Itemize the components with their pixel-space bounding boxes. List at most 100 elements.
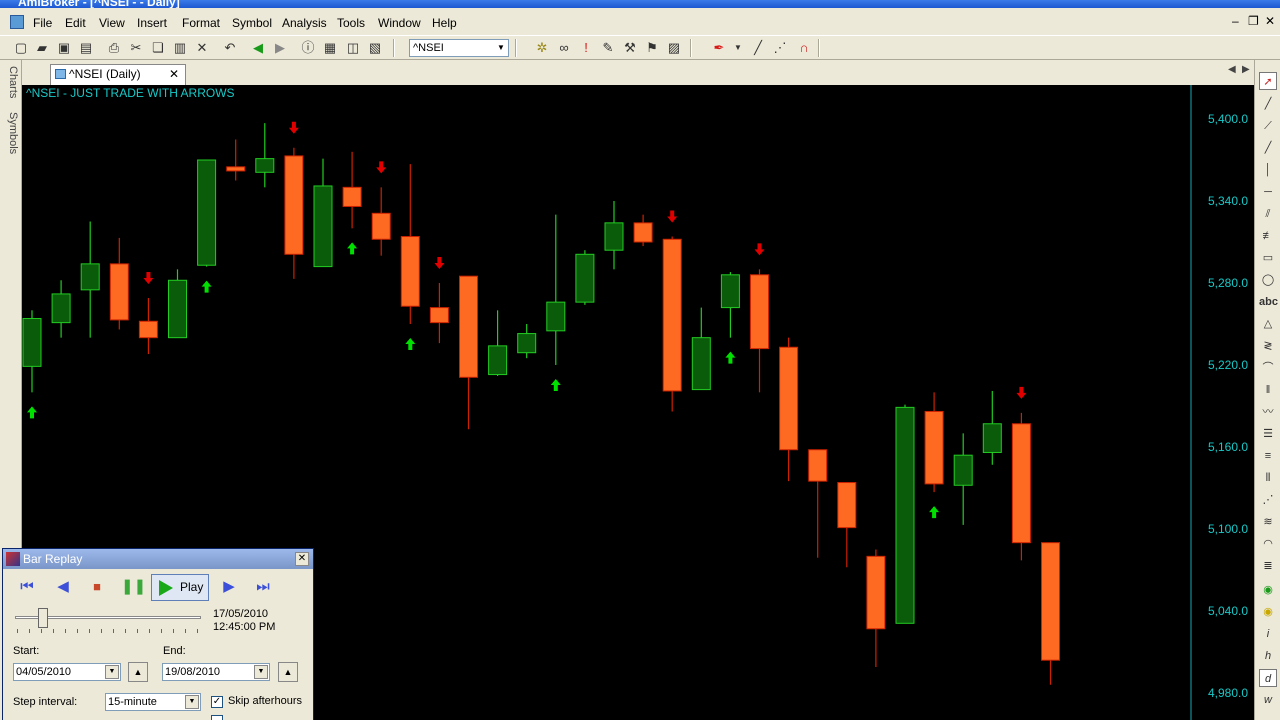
channel-icon[interactable]: ≢ [1259, 227, 1277, 245]
skip-to-start-icon[interactable]: ⏮ [17, 577, 37, 597]
menu-view[interactable]: View [99, 16, 125, 30]
play-button[interactable]: Play [151, 574, 209, 601]
menu-insert[interactable]: Insert [137, 16, 167, 30]
close-icon[interactable]: ✕ [295, 552, 309, 566]
zigzag-icon[interactable]: ≷ [1259, 337, 1277, 355]
chevron-down-icon[interactable]: ▼ [105, 665, 119, 679]
save-icon[interactable]: ▣ [56, 40, 72, 56]
menu-edit[interactable]: Edit [65, 16, 86, 30]
skip-afterhours-checkbox[interactable]: ✓ [211, 696, 223, 708]
replay-position-slider[interactable] [37, 608, 48, 628]
stop-icon[interactable]: ■ [87, 577, 107, 597]
mdi-close-icon[interactable]: ✕ [1265, 14, 1275, 28]
pause-icon[interactable]: ❚❚ [121, 577, 146, 597]
sell-marker-icon[interactable]: ◉ [1259, 603, 1277, 621]
fib-arc-icon[interactable]: ◠ [1259, 535, 1277, 553]
polyline-icon[interactable]: 〰 [1259, 403, 1277, 421]
explore-icon[interactable]: ∞ [556, 40, 572, 56]
vertical-line-icon[interactable]: │ [1259, 161, 1277, 179]
parallel-lines-icon[interactable]: ⫽ [1259, 205, 1277, 223]
report-icon[interactable]: ▧ [367, 40, 383, 56]
menu-symbol[interactable]: Symbol [232, 16, 272, 30]
magnet-icon[interactable]: ∩ [796, 40, 812, 56]
menu-analysis[interactable]: Analysis [282, 16, 327, 30]
print-icon[interactable]: ⎙ [106, 40, 122, 56]
fib-extension-icon[interactable]: ≡ [1259, 447, 1277, 465]
mdi-restore-icon[interactable]: ❐ [1248, 14, 1259, 28]
end-spin-up-icon[interactable]: ▲ [278, 662, 298, 682]
triangle-icon[interactable]: △ [1259, 315, 1277, 333]
trend-line-icon[interactable]: ╱ [1259, 95, 1277, 113]
italic-h-icon[interactable]: h [1259, 647, 1277, 665]
chevron-down-icon[interactable]: ▼ [185, 695, 199, 709]
layout-icon[interactable]: ◫ [345, 40, 361, 56]
copy-icon[interactable]: ❏ [150, 40, 166, 56]
cut-icon[interactable]: ✂ [128, 40, 144, 56]
gann-fan-icon[interactable]: ⋰ [1259, 491, 1277, 509]
select-arrow-icon[interactable]: ➚ [1259, 72, 1277, 90]
horizontal-line-icon[interactable]: ─ [1259, 183, 1277, 201]
formula-icon[interactable]: ✎ [600, 40, 616, 56]
buy-marker-icon[interactable]: ◉ [1259, 581, 1277, 599]
play-icon [159, 580, 173, 596]
skip-to-end-icon[interactable]: ⏭ [253, 577, 273, 597]
end-date-field[interactable]: 19/08/2010 ▼ [162, 663, 270, 681]
step-forward-icon[interactable]: ▶ [219, 577, 239, 597]
new-document-icon[interactable]: ▢ [13, 40, 29, 56]
cycle-lines-icon[interactable]: ‖ [1259, 381, 1277, 399]
undo-icon[interactable]: ↶ [222, 40, 238, 56]
text-tool-icon[interactable]: abc [1259, 293, 1278, 311]
hammer-icon[interactable]: ⚒ [622, 40, 638, 56]
ellipse-icon[interactable]: ◯ [1259, 271, 1277, 289]
italic-w-icon[interactable]: w [1259, 691, 1277, 709]
tab-scroll-left-icon[interactable]: ◀ [1228, 64, 1236, 75]
tab-nsei-daily[interactable]: ^NSEI (Daily) ✕ [50, 64, 186, 85]
amibroker-app-icon[interactable] [10, 15, 24, 29]
start-spin-up-icon[interactable]: ▲ [128, 662, 148, 682]
dotted-line-icon[interactable]: ⋰ [772, 40, 788, 56]
fib-timezone-icon[interactable]: ⦀ [1259, 469, 1277, 487]
ray-line-icon[interactable]: ⟋ [1259, 117, 1277, 135]
scan-icon[interactable]: ✲ [534, 40, 550, 56]
extended-line-icon[interactable]: ╱ [1259, 139, 1277, 157]
menu-help[interactable]: Help [432, 16, 457, 30]
forward-icon[interactable]: ▶ [272, 40, 288, 56]
menu-file[interactable]: File [33, 16, 52, 30]
delete-icon[interactable]: ✕ [194, 40, 210, 56]
menu-tools[interactable]: Tools [337, 16, 365, 30]
tab-scroll-right-icon[interactable]: ▶ [1242, 64, 1250, 75]
andrews-pitchfork-icon[interactable]: ≋ [1259, 513, 1277, 531]
paste-icon[interactable]: ▥ [172, 40, 188, 56]
line-tool-icon[interactable]: ╱ [750, 40, 766, 56]
regression-channel-icon[interactable]: ≣ [1259, 557, 1277, 575]
open-folder-icon[interactable]: ▰ [34, 40, 50, 56]
side-tab-symbols[interactable]: Symbols [3, 112, 19, 154]
menu-window[interactable]: Window [378, 16, 421, 30]
info-icon[interactable]: ⓘ [300, 40, 316, 56]
step-interval-select[interactable]: 15-minute ▼ [105, 693, 201, 711]
color-pen-icon[interactable]: ✒ [711, 40, 727, 56]
chevron-down-icon[interactable]: ▼ [730, 40, 746, 56]
side-tab-charts[interactable]: Charts [3, 66, 19, 98]
italic-d-icon[interactable]: d [1259, 669, 1277, 687]
chevron-down-icon[interactable]: ▼ [494, 40, 508, 56]
back-icon[interactable]: ◀ [250, 40, 266, 56]
close-icon[interactable]: ✕ [169, 65, 179, 84]
italic-i-icon[interactable]: i [1259, 625, 1277, 643]
rectangle-icon[interactable]: ▭ [1259, 249, 1277, 267]
save-all-icon[interactable]: ▤ [78, 40, 94, 56]
fibonacci-icon[interactable]: ☰ [1259, 425, 1277, 443]
arc-icon[interactable]: ⌒ [1259, 359, 1277, 377]
second-checkbox[interactable] [211, 715, 223, 720]
optimize-icon[interactable]: ⚑ [644, 40, 660, 56]
bar-replay-titlebar[interactable]: Bar Replay ✕ [3, 549, 313, 569]
symbol-combo[interactable]: ^NSEI ▼ [409, 39, 509, 57]
chevron-down-icon[interactable]: ▼ [254, 665, 268, 679]
backtest-icon[interactable]: ▨ [666, 40, 682, 56]
menu-format[interactable]: Format [182, 16, 220, 30]
quote-editor-icon[interactable]: ▦ [322, 40, 338, 56]
start-date-field[interactable]: 04/05/2010 ▼ [13, 663, 121, 681]
alert-icon[interactable]: ! [578, 40, 594, 56]
step-back-icon[interactable]: ◀ [53, 577, 73, 597]
mdi-minimize-icon[interactable]: – [1232, 14, 1239, 28]
